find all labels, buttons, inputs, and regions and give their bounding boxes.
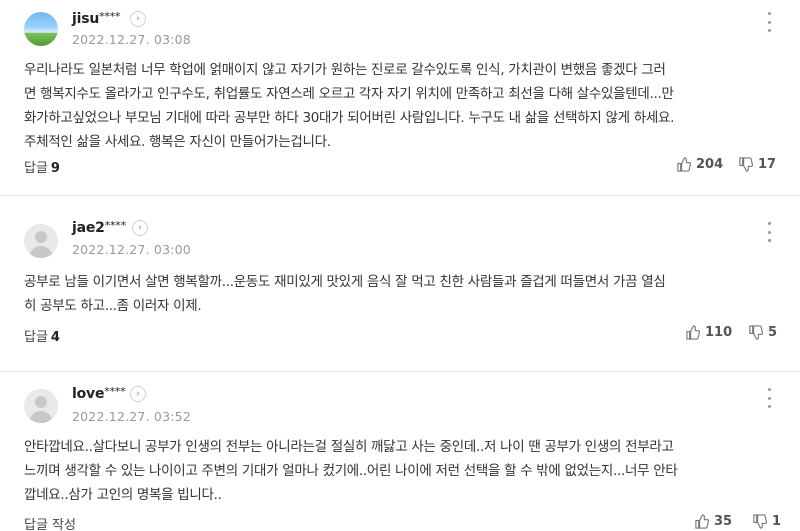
more-vertical-icon[interactable]: [766, 12, 772, 32]
comment-line: 면 행복지수도 올라가고 인구수도, 취업률도 자연스레 오르고 각자 자기 위…: [24, 86, 674, 102]
default-avatar-icon: [24, 389, 58, 423]
reply-button[interactable]: 답글 4: [24, 326, 60, 345]
comment-date: 2022.12.27. 03:00: [72, 242, 191, 257]
chevron-right-icon[interactable]: ›: [132, 220, 148, 236]
like-button[interactable]: 204: [676, 157, 723, 172]
comment-username[interactable]: jae2****: [72, 219, 126, 236]
reply-count: 9: [50, 161, 60, 176]
reply-button[interactable]: 답글 9: [24, 157, 60, 176]
thumbs-down-icon: [753, 514, 767, 529]
more-vertical-icon[interactable]: [766, 222, 772, 242]
comment-line: 우리나라도 일본처럼 너무 학업에 얽매이지 않고 자기가 원하는 진로로 갈수…: [24, 62, 666, 78]
chevron-right-icon[interactable]: ›: [130, 386, 146, 402]
comment-line: 히 공부도 하고...좀 이러자 이제.: [24, 298, 202, 314]
comment-username[interactable]: love****: [72, 385, 126, 402]
comment-text: 안타깝네요..살다보니 공부가 인생의 전부는 아니라는걸 절실히 깨닳고 사는…: [24, 435, 776, 507]
default-avatar-icon: [24, 224, 58, 258]
comment-date: 2022.12.27. 03:52: [72, 409, 191, 424]
dislike-button[interactable]: 5: [748, 325, 777, 340]
comment-text: 우리나라도 일본처럼 너무 학업에 얽매이지 않고 자기가 원하는 진로로 갈수…: [24, 58, 776, 154]
avatar[interactable]: [24, 389, 58, 423]
thumbs-down-icon: [739, 157, 753, 172]
comment-username[interactable]: jisu****: [72, 10, 121, 27]
dislike-button[interactable]: 17: [738, 157, 776, 172]
comment-date: 2022.12.27. 03:08: [72, 32, 191, 47]
comment-item: jae2**** › 2022.12.27. 03:00 공부로 남들 이기면서…: [0, 196, 800, 371]
comment-line: 깝네요..삼가 고인의 명복을 빕니다..: [24, 487, 222, 503]
comment-line: 안타깝네요..살다보니 공부가 인생의 전부는 아니라는걸 절실히 깨닳고 사는…: [24, 439, 674, 455]
like-button[interactable]: 110: [685, 325, 732, 340]
comment-line: 화가하고싶었으나 부모님 기대에 따라 공부만 하다 30대가 되어버린 사람입…: [24, 110, 675, 126]
reply-count: 4: [50, 330, 60, 345]
thumbs-up-icon: [695, 514, 709, 529]
thumbs-down-icon: [749, 325, 763, 340]
reply-button[interactable]: 답글 작성: [24, 514, 79, 531]
comment-item: love**** › 2022.12.27. 03:52 안타깝네요..살다보니…: [0, 372, 800, 531]
dislike-button[interactable]: 1: [752, 514, 781, 529]
comment-line: 공부로 남들 이기면서 살면 행복할까...운동도 재미있게 맛있게 음식 잘 …: [24, 274, 666, 290]
thumbs-up-icon: [686, 325, 700, 340]
comment-item: jisu**** › 2022.12.27. 03:08 우리나라도 일본처럼 …: [0, 0, 800, 195]
thumbs-up-icon: [677, 157, 691, 172]
chevron-right-icon[interactable]: ›: [130, 11, 146, 27]
avatar[interactable]: [24, 12, 58, 46]
comment-line: 주체적인 삶을 사세요. 행복은 자신이 만들어가는겁니다.: [24, 134, 331, 150]
like-button[interactable]: 35: [694, 514, 732, 529]
comment-line: 느끼며 생각할 수 있는 나이이고 주변의 기대가 얼마나 컸기에..어린 나이…: [24, 463, 678, 479]
avatar[interactable]: [24, 224, 58, 258]
more-vertical-icon[interactable]: [766, 388, 772, 408]
comment-text: 공부로 남들 이기면서 살면 행복할까...운동도 재미있게 맛있게 음식 잘 …: [24, 270, 776, 318]
